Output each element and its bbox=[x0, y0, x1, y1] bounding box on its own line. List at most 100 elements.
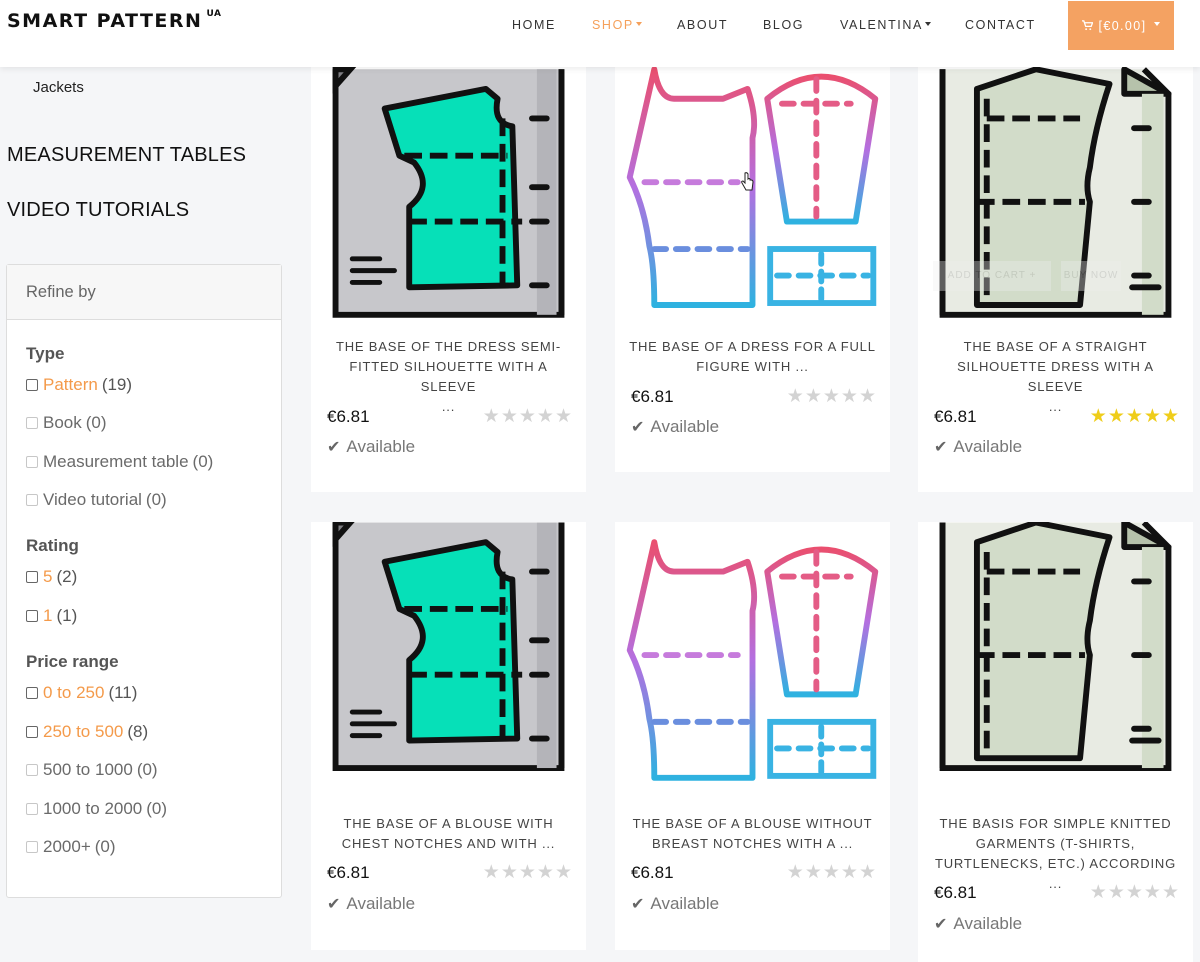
nav-valentina[interactable]: VALENTINA bbox=[840, 18, 931, 32]
rating-stars: ★ ★ ★ ★ ★ bbox=[1090, 883, 1179, 902]
product-title[interactable]: THE BASE OF A STRAIGHT SILHOUETTE DRESS W… bbox=[928, 337, 1183, 417]
star-icon: ★ bbox=[840, 862, 858, 883]
nav-home[interactable]: HOME bbox=[512, 18, 556, 32]
gradient-dress-pattern-icon bbox=[615, 67, 890, 322]
product-price: €6.81 bbox=[327, 407, 370, 426]
star-icon: ★ bbox=[518, 406, 536, 427]
rating-stars: ★ ★ ★ ★ ★ bbox=[483, 863, 572, 882]
checkbox[interactable] bbox=[26, 687, 38, 699]
buy-now-button[interactable]: BUY NOW bbox=[1061, 261, 1121, 291]
nav-about[interactable]: ABOUT bbox=[677, 18, 728, 32]
star-icon: ★ bbox=[500, 862, 518, 883]
filter-rating-5[interactable]: 5 (2) bbox=[26, 567, 77, 587]
chevron-down-icon bbox=[1153, 21, 1160, 26]
checkbox[interactable] bbox=[26, 571, 38, 583]
brand-logo[interactable]: SMART PATTERN UA bbox=[7, 9, 221, 32]
rating-stars: ★ ★ ★ ★ ★ bbox=[787, 863, 876, 882]
sage-dress-pattern-icon bbox=[918, 522, 1193, 798]
product-price: €6.81 bbox=[631, 863, 674, 882]
star-icon: ★ bbox=[536, 862, 554, 883]
star-icon: ★ bbox=[822, 386, 840, 407]
star-icon: ★ bbox=[786, 862, 804, 883]
filter-price-1000-2000: 1000 to 2000 (0) bbox=[26, 799, 167, 819]
star-icon: ★ bbox=[482, 406, 500, 427]
product-price: €6.81 bbox=[327, 863, 370, 882]
refine-panel: Refine by Type Pattern (19) Book (0) Measu… bbox=[6, 264, 282, 898]
star-icon: ★ bbox=[536, 406, 554, 427]
checkbox bbox=[26, 494, 38, 506]
category-link-video-tutorials[interactable]: VIDEO TUTORIALS bbox=[7, 199, 189, 222]
checkbox bbox=[26, 764, 38, 776]
availability-status: ✔ Available bbox=[327, 437, 416, 456]
star-icon: ★ bbox=[822, 862, 840, 883]
star-icon: ★ bbox=[858, 386, 876, 407]
star-icon: ★ bbox=[858, 862, 876, 883]
nav-shop[interactable]: SHOP bbox=[592, 18, 642, 32]
check-icon: ✔ bbox=[631, 896, 645, 913]
product-price: €6.81 bbox=[631, 387, 674, 406]
product-price: €6.81 bbox=[934, 407, 977, 426]
product-card[interactable]: THE BASE OF THE DRESS SEMI- FITTED SILHOU… bbox=[311, 67, 586, 492]
check-icon: ✔ bbox=[631, 419, 645, 436]
filter-rating-1[interactable]: 1 (1) bbox=[26, 606, 77, 626]
star-icon: ★ bbox=[1161, 882, 1179, 903]
sidebar: Jackets MEASUREMENT TABLES VIDEO TUTORIA… bbox=[0, 67, 300, 962]
product-title[interactable]: THE BASE OF A BLOUSE WITH CHEST NOTCHES A… bbox=[321, 814, 576, 854]
availability-status: ✔ Available bbox=[934, 914, 1023, 933]
checkbox bbox=[26, 417, 38, 429]
rating-stars: ★ ★ ★ ★ ★ bbox=[1090, 407, 1179, 426]
nav-blog[interactable]: BLOG bbox=[763, 18, 804, 32]
checkbox[interactable] bbox=[26, 379, 38, 391]
cart-total: [€0.00] bbox=[1098, 18, 1147, 33]
star-icon: ★ bbox=[786, 386, 804, 407]
star-icon: ★ bbox=[840, 386, 858, 407]
filter-type-book: Book (0) bbox=[26, 413, 107, 433]
checkbox[interactable] bbox=[26, 610, 38, 622]
checkbox[interactable] bbox=[26, 726, 38, 738]
check-icon: ✔ bbox=[327, 896, 341, 913]
filter-group-rating: Rating bbox=[26, 536, 79, 555]
availability-status: ✔ Available bbox=[631, 417, 720, 436]
add-to-cart-button[interactable]: ADD TO CART + bbox=[933, 261, 1051, 291]
product-price: €6.81 bbox=[934, 883, 977, 902]
filter-type-pattern[interactable]: Pattern (19) bbox=[26, 375, 132, 395]
green-bodice-pattern-icon bbox=[311, 67, 586, 322]
checkbox bbox=[26, 841, 38, 853]
checkbox bbox=[26, 456, 38, 468]
cart-button[interactable]: [€0.00] bbox=[1068, 1, 1174, 50]
star-icon: ★ bbox=[500, 406, 518, 427]
product-title[interactable]: THE BASE OF A DRESS FOR A FULL FIGURE WIT… bbox=[625, 337, 880, 377]
filter-price-250-500[interactable]: 250 to 500 (8) bbox=[26, 722, 148, 742]
checkbox bbox=[26, 803, 38, 815]
star-icon: ★ bbox=[1107, 882, 1125, 903]
filter-type-video-tutorial: Video tutorial (0) bbox=[26, 490, 167, 510]
product-title[interactable]: THE BASE OF THE DRESS SEMI- FITTED SILHOU… bbox=[321, 337, 576, 417]
chevron-down-icon bbox=[924, 21, 931, 26]
check-icon: ✔ bbox=[934, 916, 948, 933]
product-card[interactable]: THE BASE OF A BLOUSE WITHOUT BREAST NOTCH… bbox=[615, 522, 890, 950]
chevron-down-icon bbox=[635, 21, 642, 26]
refine-title: Refine by bbox=[7, 265, 281, 320]
filter-group-price: Price range bbox=[26, 652, 119, 671]
availability-status: ✔ Available bbox=[934, 437, 1023, 456]
category-link-measurement-tables[interactable]: MEASUREMENT TABLES bbox=[7, 144, 246, 167]
star-icon: ★ bbox=[804, 862, 822, 883]
check-icon: ✔ bbox=[327, 439, 341, 456]
star-icon: ★ bbox=[1107, 406, 1125, 427]
star-icon: ★ bbox=[554, 406, 572, 427]
product-card[interactable]: THE BASIS FOR SIMPLE KNITTED GARMENTS (T-… bbox=[918, 522, 1193, 962]
availability-status: ✔ Available bbox=[327, 894, 416, 913]
filter-group-type: Type bbox=[26, 344, 65, 363]
product-title[interactable]: THE BASE OF A BLOUSE WITHOUT BREAST NOTCH… bbox=[625, 814, 880, 854]
star-icon: ★ bbox=[1143, 406, 1161, 427]
star-icon: ★ bbox=[518, 862, 536, 883]
star-icon: ★ bbox=[1125, 882, 1143, 903]
card-hover-actions: ADD TO CART + BUY NOW bbox=[933, 261, 1121, 291]
green-bodice-pattern-icon bbox=[311, 522, 586, 798]
product-card[interactable]: THE BASE OF A BLOUSE WITH CHEST NOTCHES A… bbox=[311, 522, 586, 950]
filter-price-0-250[interactable]: 0 to 250 (11) bbox=[26, 683, 137, 703]
product-card[interactable]: THE BASE OF A DRESS FOR A FULL FIGURE WIT… bbox=[615, 67, 890, 472]
category-link-jackets[interactable]: Jackets bbox=[33, 79, 84, 96]
star-icon: ★ bbox=[1089, 882, 1107, 903]
nav-contact[interactable]: CONTACT bbox=[965, 18, 1036, 32]
